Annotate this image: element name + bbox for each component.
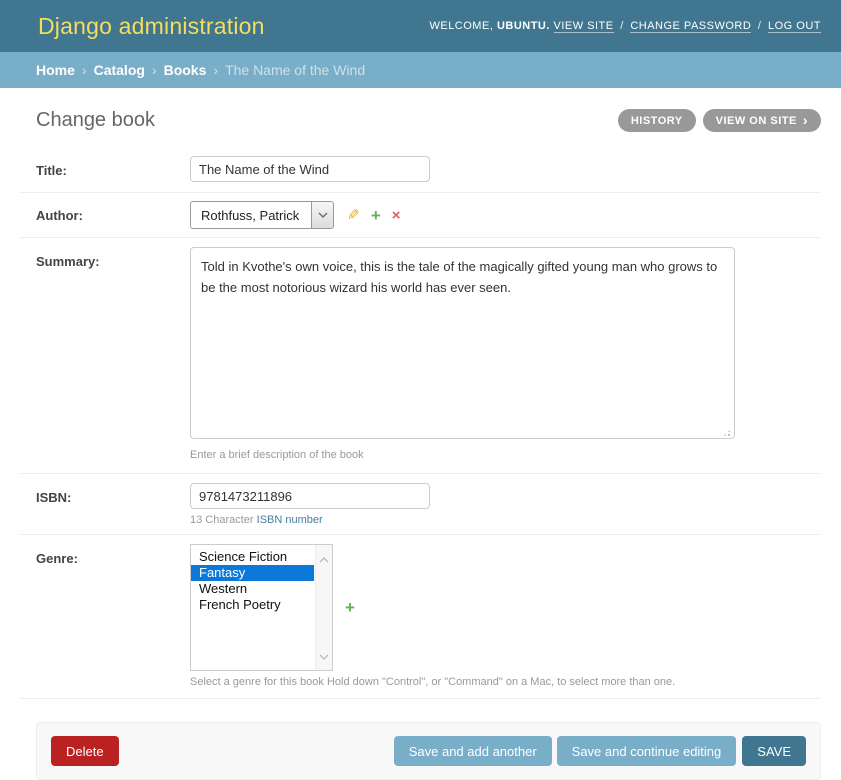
genre-option[interactable]: Fantasy xyxy=(191,565,314,581)
genre-label: Genre: xyxy=(36,551,78,566)
page-title: Change book xyxy=(36,109,155,132)
listbox-scrollbar[interactable] xyxy=(315,545,332,670)
chevron-right-icon: › xyxy=(803,113,808,127)
save-add-another-button[interactable]: Save and add another xyxy=(394,736,552,766)
object-tools: HISTORY VIEW ON SITE › xyxy=(618,109,821,132)
admin-header: Django administration WELCOME, UBUNTU. V… xyxy=(0,0,841,52)
title-label: Title: xyxy=(36,163,67,178)
delete-button[interactable]: Delete xyxy=(51,736,119,766)
summary-help: Enter a brief description of the book xyxy=(190,449,735,461)
breadcrumb-separator: › xyxy=(213,62,218,78)
scroll-down-icon[interactable] xyxy=(319,647,329,665)
user-tools: WELCOME, UBUNTU. VIEW SITE / CHANGE PASS… xyxy=(429,20,821,32)
breadcrumb-catalog[interactable]: Catalog xyxy=(94,62,145,78)
genre-option[interactable]: Science Fiction xyxy=(191,549,314,565)
breadcrumb: Home › Catalog › Books › The Name of the… xyxy=(0,52,841,88)
user-tools-separator: / xyxy=(620,20,624,32)
summary-textarea[interactable]: Told in Kvothe's own voice, this is the … xyxy=(190,247,735,439)
delete-x-icon[interactable]: × xyxy=(392,208,401,223)
site-brand: Django administration xyxy=(38,13,265,40)
add-genre-plus-icon[interactable]: + xyxy=(345,599,355,616)
breadcrumb-books[interactable]: Books xyxy=(164,62,207,78)
chevron-down-icon[interactable] xyxy=(311,202,333,228)
genre-select[interactable]: Science Fiction Fantasy Western French P… xyxy=(190,544,333,671)
isbn-help-text: 13 Character xyxy=(190,514,257,526)
genre-option[interactable]: Western xyxy=(191,581,314,597)
author-select[interactable]: Rothfuss, Patrick xyxy=(190,201,334,229)
content: Change book HISTORY VIEW ON SITE › Title… xyxy=(0,88,841,780)
isbn-number-link[interactable]: ISBN number xyxy=(257,514,323,526)
save-continue-button[interactable]: Save and continue editing xyxy=(557,736,737,766)
form-row-title: Title: xyxy=(20,147,821,193)
username: UBUNTU. xyxy=(497,20,550,32)
form-row-summary: Summary: Told in Kvothe's own voice, thi… xyxy=(20,238,821,474)
form-row-author: Author: Rothfuss, Patrick ✎ + × xyxy=(20,193,821,238)
log-out-link[interactable]: LOG OUT xyxy=(768,20,821,33)
genre-option[interactable]: French Poetry xyxy=(191,597,314,613)
form-row-genre: Genre: Science Fiction Fantasy Western F… xyxy=(20,535,821,699)
scroll-up-icon[interactable] xyxy=(319,550,329,568)
view-site-link[interactable]: VIEW SITE xyxy=(554,20,614,33)
history-button[interactable]: HISTORY xyxy=(618,109,696,132)
history-button-label: HISTORY xyxy=(631,115,683,127)
breadcrumb-separator: › xyxy=(82,62,87,78)
save-button[interactable]: SAVE xyxy=(742,736,806,766)
form-row-isbn: ISBN: 13 Character ISBN number xyxy=(20,474,821,535)
welcome-label: WELCOME, xyxy=(429,20,493,32)
genre-help: Select a genre for this book Hold down "… xyxy=(190,676,675,688)
isbn-help: 13 Character ISBN number xyxy=(190,514,430,526)
breadcrumb-separator: › xyxy=(152,62,157,78)
isbn-input[interactable] xyxy=(190,483,430,509)
title-input[interactable] xyxy=(190,156,430,182)
submit-row: Delete Save and add another Save and con… xyxy=(36,722,821,780)
breadcrumb-current: The Name of the Wind xyxy=(225,62,365,78)
user-tools-separator: / xyxy=(758,20,762,32)
edit-pencil-icon[interactable]: ✎ xyxy=(347,208,360,223)
view-on-site-button[interactable]: VIEW ON SITE › xyxy=(703,109,821,132)
isbn-label: ISBN: xyxy=(36,490,71,505)
breadcrumb-home[interactable]: Home xyxy=(36,62,75,78)
summary-label: Summary: xyxy=(36,254,100,269)
author-select-value: Rothfuss, Patrick xyxy=(191,202,311,228)
change-password-link[interactable]: CHANGE PASSWORD xyxy=(630,20,751,33)
add-plus-icon[interactable]: + xyxy=(371,207,381,224)
view-on-site-label: VIEW ON SITE xyxy=(716,115,797,127)
author-label: Author: xyxy=(36,208,83,223)
